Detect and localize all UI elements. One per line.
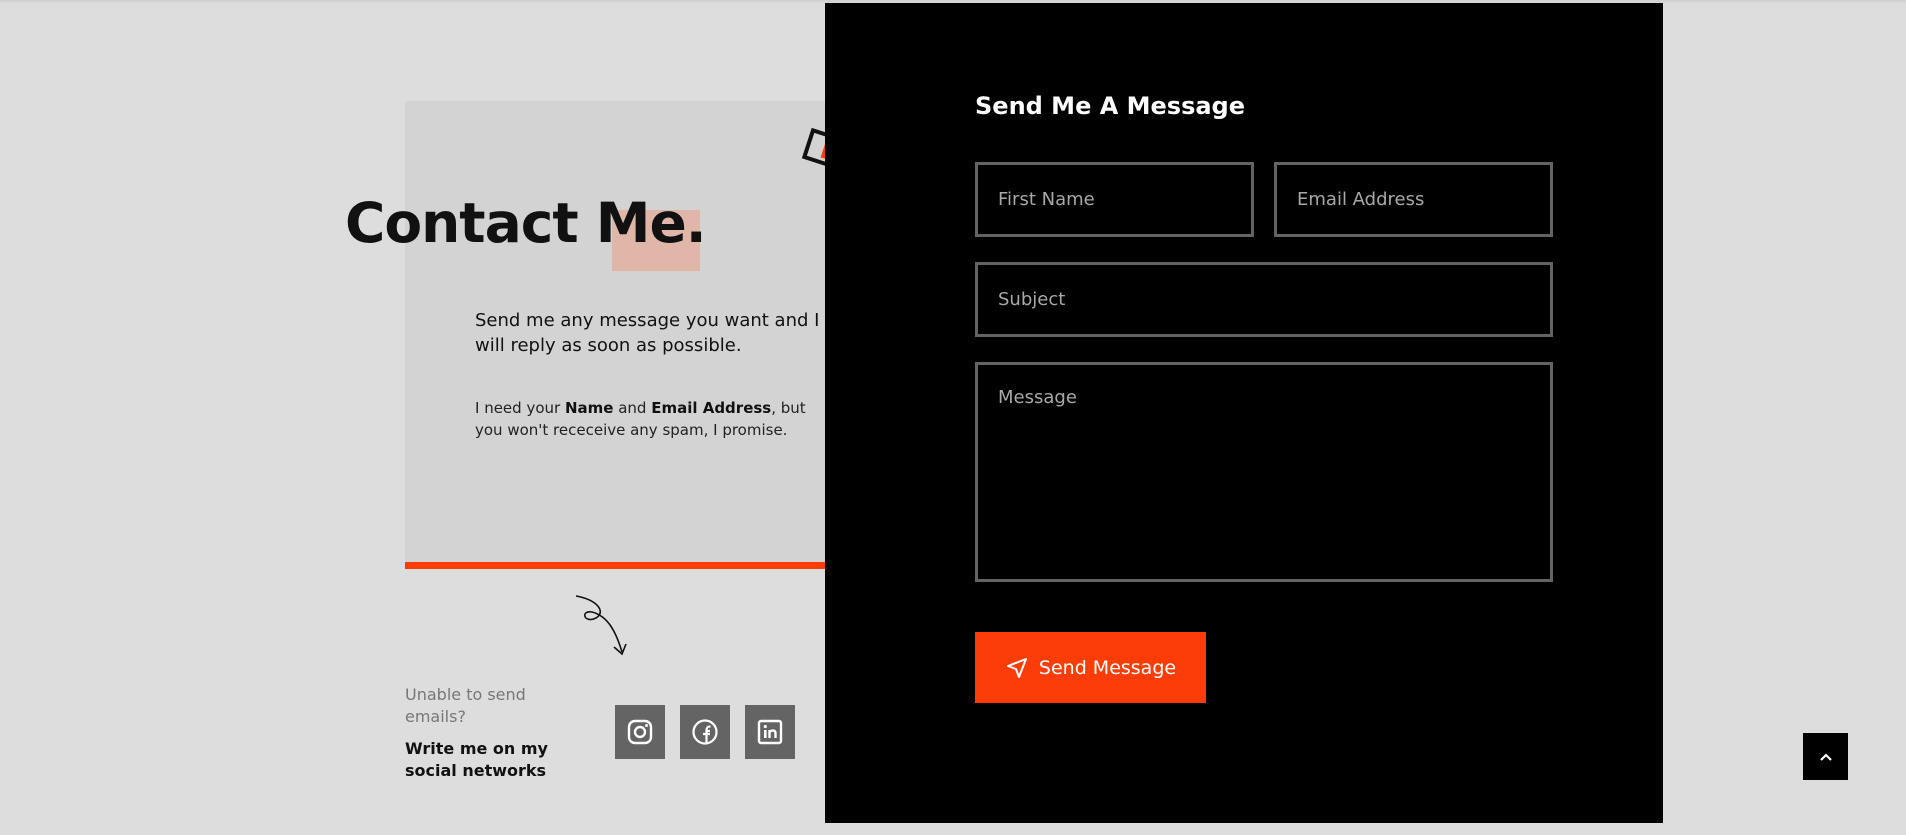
card-accent-bar [405, 562, 895, 569]
form-title: Send Me A Message [975, 92, 1246, 120]
note-name: Name [564, 399, 614, 417]
scroll-to-top-button[interactable] [1803, 733, 1848, 780]
linkedin-button[interactable] [745, 705, 795, 759]
facebook-icon [692, 719, 718, 745]
subject-input[interactable] [975, 262, 1553, 337]
chevron-up-icon [1819, 752, 1832, 761]
note-prefix: I need your [475, 399, 565, 417]
facebook-button[interactable] [680, 705, 730, 759]
privacy-note: I need your Name and Email Address, but … [475, 397, 835, 441]
write-me-text: Write me on my social networks [405, 739, 548, 780]
curly-arrow-icon [575, 595, 627, 656]
send-message-label: Send Message [1038, 656, 1177, 679]
first-name-input[interactable] [975, 162, 1254, 237]
message-input[interactable] [975, 362, 1553, 582]
page-title: Contact Me. [345, 191, 707, 255]
send-message-button[interactable]: Send Message [975, 632, 1206, 703]
email-input[interactable] [1274, 162, 1553, 237]
note-and: and [613, 399, 652, 417]
linkedin-icon [757, 719, 783, 745]
intro-text: Send me any message you want and I will … [475, 310, 820, 356]
unable-text: Unable to send emails? [405, 685, 526, 726]
send-icon [1006, 657, 1027, 678]
instagram-icon [627, 719, 653, 745]
instagram-button[interactable] [615, 705, 665, 759]
note-email: Email Address [651, 399, 772, 417]
